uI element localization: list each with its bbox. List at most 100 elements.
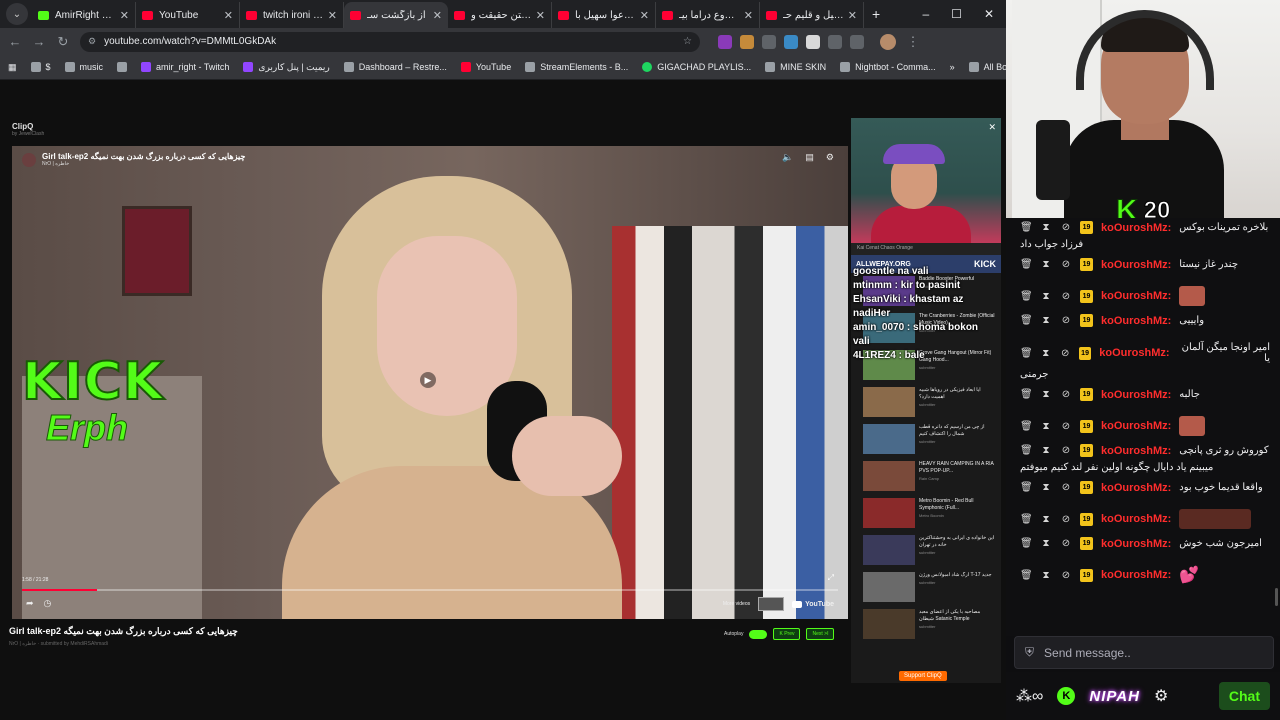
- emote-menu-icon[interactable]: ⁂∞: [1016, 686, 1043, 706]
- settings-icon[interactable]: ⚙: [826, 152, 834, 163]
- captions-icon[interactable]: ▤: [805, 152, 814, 163]
- tab-close-icon[interactable]: ✕: [640, 9, 649, 22]
- address-bar[interactable]: ⚙ youtube.com/watch?v=DMMtL0GkDAk ☆: [80, 31, 700, 52]
- sidebar-video-item[interactable]: ارگ شاد آمبولانس ورژن T-17 جدید submitter: [851, 569, 1001, 606]
- chat-username[interactable]: koOuroshMz:: [1101, 259, 1171, 271]
- tab-close-icon[interactable]: ✕: [536, 9, 545, 22]
- youtube-logo[interactable]: YouTube: [792, 600, 834, 608]
- bookmark-item[interactable]: MINE SKIN: [765, 62, 826, 72]
- ban-icon[interactable]: ⊘: [1060, 315, 1072, 326]
- chat-input-box[interactable]: ⛨ Send message..: [1014, 636, 1274, 669]
- tab-search-icon[interactable]: ⌄: [6, 3, 28, 25]
- bookmark-item[interactable]: Dashboard – Restre...: [343, 62, 447, 72]
- channel-name[interactable]: NrO | خاطره: [42, 161, 245, 167]
- chat-username[interactable]: koOuroshMz:: [1101, 569, 1171, 581]
- reload-icon[interactable]: ↻: [56, 34, 70, 50]
- sidebar-video-item[interactable]: از چی من ارسیم که دانره قطب شمال را اکتش…: [851, 421, 1001, 458]
- maximize-button[interactable]: ☐: [951, 7, 962, 21]
- mute-icon[interactable]: 🔈: [782, 152, 793, 163]
- timeout-icon[interactable]: ⧗: [1040, 291, 1052, 302]
- timeout-icon[interactable]: ⧗: [1040, 348, 1051, 359]
- watch-later-icon[interactable]: ◷: [44, 598, 52, 609]
- browser-tab[interactable]: YouTube ✕: [136, 2, 240, 28]
- timeout-icon[interactable]: ⧗: [1040, 445, 1052, 456]
- timeout-icon[interactable]: ⧗: [1040, 259, 1052, 270]
- video-thumbnail[interactable]: [863, 609, 915, 639]
- chat-username[interactable]: koOuroshMz:: [1101, 445, 1171, 457]
- delete-icon[interactable]: 🗑: [1020, 482, 1033, 493]
- bookmark-item[interactable]: music: [64, 62, 103, 72]
- ban-icon[interactable]: ⊘: [1060, 482, 1072, 493]
- video-thumbnail[interactable]: [863, 572, 915, 602]
- sidebar-video-item[interactable]: آیا ابعاد فیزیکی در رویاها شبیه اهمیت دا…: [851, 384, 1001, 421]
- delete-icon[interactable]: 🗑: [1020, 389, 1033, 400]
- browser-tab[interactable]: از دعوا سهیل با ✕: [552, 2, 656, 28]
- ban-icon[interactable]: ⊘: [1059, 348, 1070, 359]
- shield-icon[interactable]: ⛨: [1025, 645, 1034, 660]
- more-videos-thumb[interactable]: [758, 597, 785, 611]
- delete-icon[interactable]: 🗑: [1020, 348, 1033, 359]
- chat-username[interactable]: koOuroshMz:: [1101, 315, 1171, 327]
- video-thumbnail[interactable]: [863, 424, 915, 454]
- next-button[interactable]: Next >I: [806, 628, 835, 640]
- kick-badge-icon[interactable]: K: [1057, 687, 1076, 705]
- timeout-icon[interactable]: ⧗: [1040, 482, 1052, 493]
- chat-username[interactable]: koOuroshMz:: [1101, 538, 1171, 550]
- bookmark-item[interactable]: Nightbot - Comma...: [840, 62, 936, 72]
- delete-icon[interactable]: 🗑: [1020, 538, 1033, 549]
- app-logo[interactable]: ClipQ by JewelClash: [12, 122, 44, 137]
- delete-icon[interactable]: 🗑: [1020, 291, 1033, 302]
- site-info-icon[interactable]: ⚙: [88, 36, 96, 47]
- timeout-icon[interactable]: ⧗: [1040, 514, 1052, 525]
- ban-icon[interactable]: ⊘: [1060, 538, 1072, 549]
- sidebar-video-title[interactable]: از چی من ارسیم که دانره قطب شمال را اکتش…: [919, 424, 985, 437]
- delete-icon[interactable]: 🗑: [1020, 570, 1033, 581]
- video-thumbnail[interactable]: [863, 498, 915, 528]
- bookmark-item[interactable]: YouTube: [460, 62, 511, 72]
- extension-icon[interactable]: [784, 34, 798, 49]
- ban-icon[interactable]: ⊘: [1060, 445, 1072, 456]
- video-thumbnail[interactable]: [863, 461, 915, 491]
- fullscreen-icon[interactable]: ⤢: [828, 573, 834, 583]
- chat-username[interactable]: koOuroshMz:: [1101, 420, 1171, 432]
- bookmark-star-icon[interactable]: ☆: [683, 36, 692, 47]
- bookmark-item[interactable]: ریمیت | پنل کاربری: [243, 62, 330, 73]
- chat-username[interactable]: koOuroshMz:: [1101, 290, 1171, 302]
- tab-close-icon[interactable]: ✕: [120, 9, 129, 22]
- ban-icon[interactable]: ⊘: [1060, 389, 1072, 400]
- sidebar-video-item[interactable]: مصاحبه با یکی از اعضای معبد شیطان Satani…: [851, 606, 1001, 643]
- sidebar-video-item[interactable]: این خانواده ی ایرانی به وحشتناکترین خانه…: [851, 532, 1001, 569]
- video-player[interactable]: KICK Erph Girl talk-ep2 چیزهایی که کسی د…: [12, 146, 848, 619]
- chat-scrollbar[interactable]: [1275, 588, 1278, 606]
- share-icon[interactable]: ➦: [26, 598, 34, 609]
- bookmark-item[interactable]: $: [30, 62, 51, 72]
- browser-tab[interactable]: twitch ironi - Yo ✕: [240, 2, 344, 28]
- nipah-logo[interactable]: NIPAH: [1089, 688, 1140, 705]
- bookmark-item[interactable]: StreamElements - B...: [525, 62, 628, 72]
- browser-menu-icon[interactable]: ⋮: [906, 34, 920, 50]
- sidebar-video-title[interactable]: HEAVY RAIN CAMPING IN A RIA PVS POP-UP..…: [919, 461, 994, 474]
- ban-icon[interactable]: ⊘: [1060, 291, 1072, 302]
- browser-tab[interactable]: از گفتن حقیقت و ✕: [448, 2, 552, 28]
- tab-close-icon[interactable]: ✕: [848, 9, 857, 22]
- chat-username[interactable]: koOuroshMz:: [1101, 513, 1171, 525]
- ban-icon[interactable]: ⊘: [1060, 421, 1072, 432]
- video-thumbnail[interactable]: [863, 535, 915, 565]
- chat-username[interactable]: koOuroshMz:: [1099, 347, 1169, 359]
- more-videos-label[interactable]: More videos: [723, 601, 750, 607]
- chat-send-button[interactable]: Chat: [1218, 682, 1270, 710]
- close-window-button[interactable]: ✕: [984, 7, 994, 21]
- timeout-icon[interactable]: ⧗: [1040, 538, 1052, 549]
- tab-close-icon[interactable]: ✕: [433, 9, 442, 22]
- extension-icon[interactable]: [718, 34, 732, 49]
- video-title[interactable]: Girl talk-ep2 چیزهایی که کسی درباره بزرگ…: [42, 152, 245, 161]
- tab-close-icon[interactable]: ✕: [328, 9, 337, 22]
- extension-icon[interactable]: [740, 34, 754, 49]
- ban-icon[interactable]: ⊘: [1060, 514, 1072, 525]
- chat-username[interactable]: koOuroshMz:: [1101, 222, 1171, 234]
- play-icon[interactable]: ▶: [420, 372, 436, 388]
- browser-tab[interactable]: سهیل و قلیم حـ ✕: [760, 2, 864, 28]
- bookmarks-overflow-icon[interactable]: »: [950, 62, 955, 72]
- ban-icon[interactable]: ⊘: [1060, 259, 1072, 270]
- timeout-icon[interactable]: ⧗: [1040, 570, 1052, 581]
